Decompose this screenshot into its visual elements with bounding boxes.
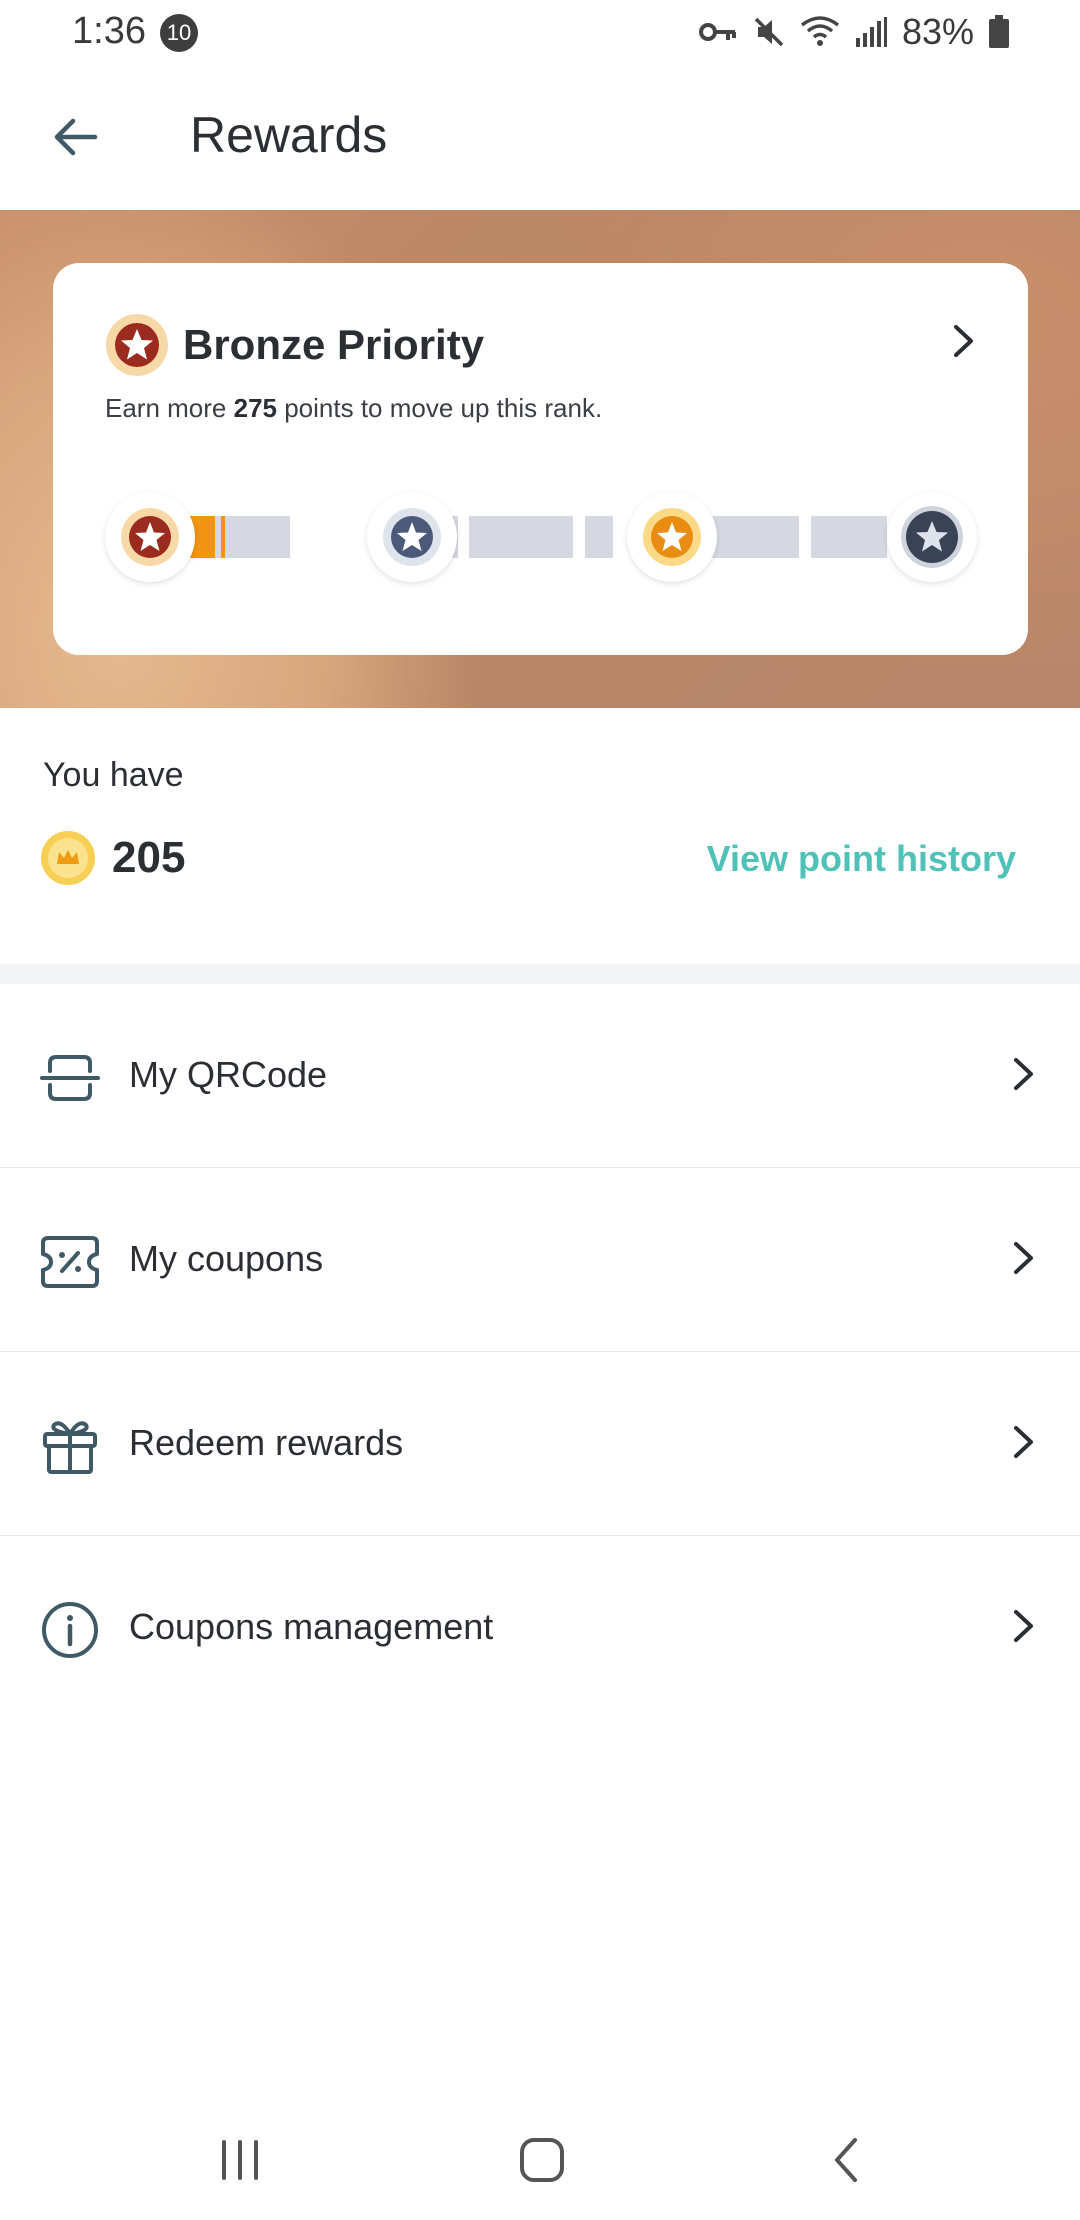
- menu-item-icon: [38, 1046, 102, 1110]
- milestone-silver: [367, 492, 457, 582]
- battery-icon: [989, 15, 1009, 48]
- points-label: You have: [43, 756, 184, 794]
- menu-item-redeem-rewards[interactable]: Redeem rewards: [0, 1352, 1080, 1536]
- system-back-button[interactable]: [806, 2130, 886, 2190]
- rank-desc-suffix: points to move up this rank.: [277, 393, 603, 423]
- menu-item-label: My QRCode: [129, 1054, 328, 1095]
- rank-name: Bronze Priority: [183, 321, 485, 368]
- status-icons: 83%: [698, 11, 1010, 52]
- menu-item-label: Redeem rewards: [129, 1422, 404, 1463]
- signal-icon: [855, 17, 887, 47]
- system-nav-bar: [0, 2100, 1080, 2220]
- menu-item-label: Coupons management: [129, 1606, 494, 1647]
- progress-marker: [221, 516, 225, 558]
- section-divider: [0, 964, 1080, 984]
- chevron-right-icon: [1014, 1242, 1033, 1274]
- bronze-star-icon: [121, 508, 179, 566]
- track-segment: [585, 516, 613, 558]
- battery-level: 83%: [901, 11, 974, 52]
- rewards-menu: My QRCode My coupons Redeem rewards Coup…: [0, 984, 1080, 1720]
- vpn-key-icon: [698, 23, 736, 41]
- menu-item-icon: [38, 1598, 102, 1662]
- milestone-gold: [627, 492, 717, 582]
- milestone-platinum: [887, 492, 977, 582]
- back-icon: [835, 2138, 857, 2182]
- rank-hero-banner: Bronze Priority Earn more 275 points to …: [0, 210, 1080, 708]
- chevron-right-icon: [1014, 1058, 1033, 1090]
- arrow-left-icon: [54, 118, 98, 156]
- info-icon: [42, 1602, 98, 1658]
- recents-button[interactable]: [200, 2130, 280, 2190]
- chevron-right-icon: [954, 325, 973, 357]
- bronze-rank-badge-icon: [106, 314, 168, 376]
- status-time: 1:36: [72, 10, 146, 52]
- coupon-icon: [41, 1236, 99, 1288]
- points-needed: 275: [233, 393, 277, 423]
- track-segment: [811, 516, 887, 558]
- menu-item-icon: [38, 1230, 102, 1294]
- rank-card[interactable]: Bronze Priority Earn more 275 points to …: [53, 263, 1028, 655]
- status-bar: 1:36 10 83%: [0, 0, 1080, 64]
- home-icon: [520, 2138, 564, 2182]
- gift-icon: [43, 1421, 97, 1474]
- rank-header: Bronze Priority: [105, 313, 484, 377]
- chevron-right-icon: [1014, 1610, 1033, 1642]
- recents-icon: [222, 2140, 258, 2180]
- app-bar: Rewards: [0, 64, 1080, 210]
- gold-star-icon: [643, 508, 701, 566]
- points-balance: 205: [40, 830, 185, 886]
- silver-star-icon: [383, 508, 441, 566]
- menu-item-my-qrcode[interactable]: My QRCode: [0, 984, 1080, 1168]
- menu-item-label: My coupons: [129, 1238, 324, 1279]
- qr-scan-icon: [40, 1055, 100, 1101]
- rank-desc-prefix: Earn more: [105, 393, 234, 423]
- rank-description: Earn more 275 points to move up this ran…: [105, 393, 602, 424]
- wifi-icon: [800, 16, 840, 46]
- mute-icon: [754, 17, 784, 47]
- notification-count-badge: 10: [160, 14, 198, 52]
- rank-progress-bar: [105, 485, 977, 582]
- chevron-right-icon: [1014, 1426, 1033, 1458]
- menu-item-coupons-management[interactable]: Coupons management: [0, 1536, 1080, 1720]
- menu-item-my-coupons[interactable]: My coupons: [0, 1168, 1080, 1352]
- points-value: 205: [112, 833, 186, 882]
- menu-item-icon: [38, 1414, 102, 1478]
- coin-crown-icon: [41, 831, 95, 885]
- view-point-history-link[interactable]: View point history: [707, 838, 1016, 880]
- home-button[interactable]: [502, 2130, 582, 2190]
- milestone-bronze: [105, 492, 195, 582]
- platinum-star-icon: [901, 506, 963, 568]
- points-section: You have 205 View point history: [0, 708, 1080, 964]
- page-title: Rewards: [190, 107, 388, 163]
- track-segment: [469, 516, 573, 558]
- back-button[interactable]: [42, 104, 108, 170]
